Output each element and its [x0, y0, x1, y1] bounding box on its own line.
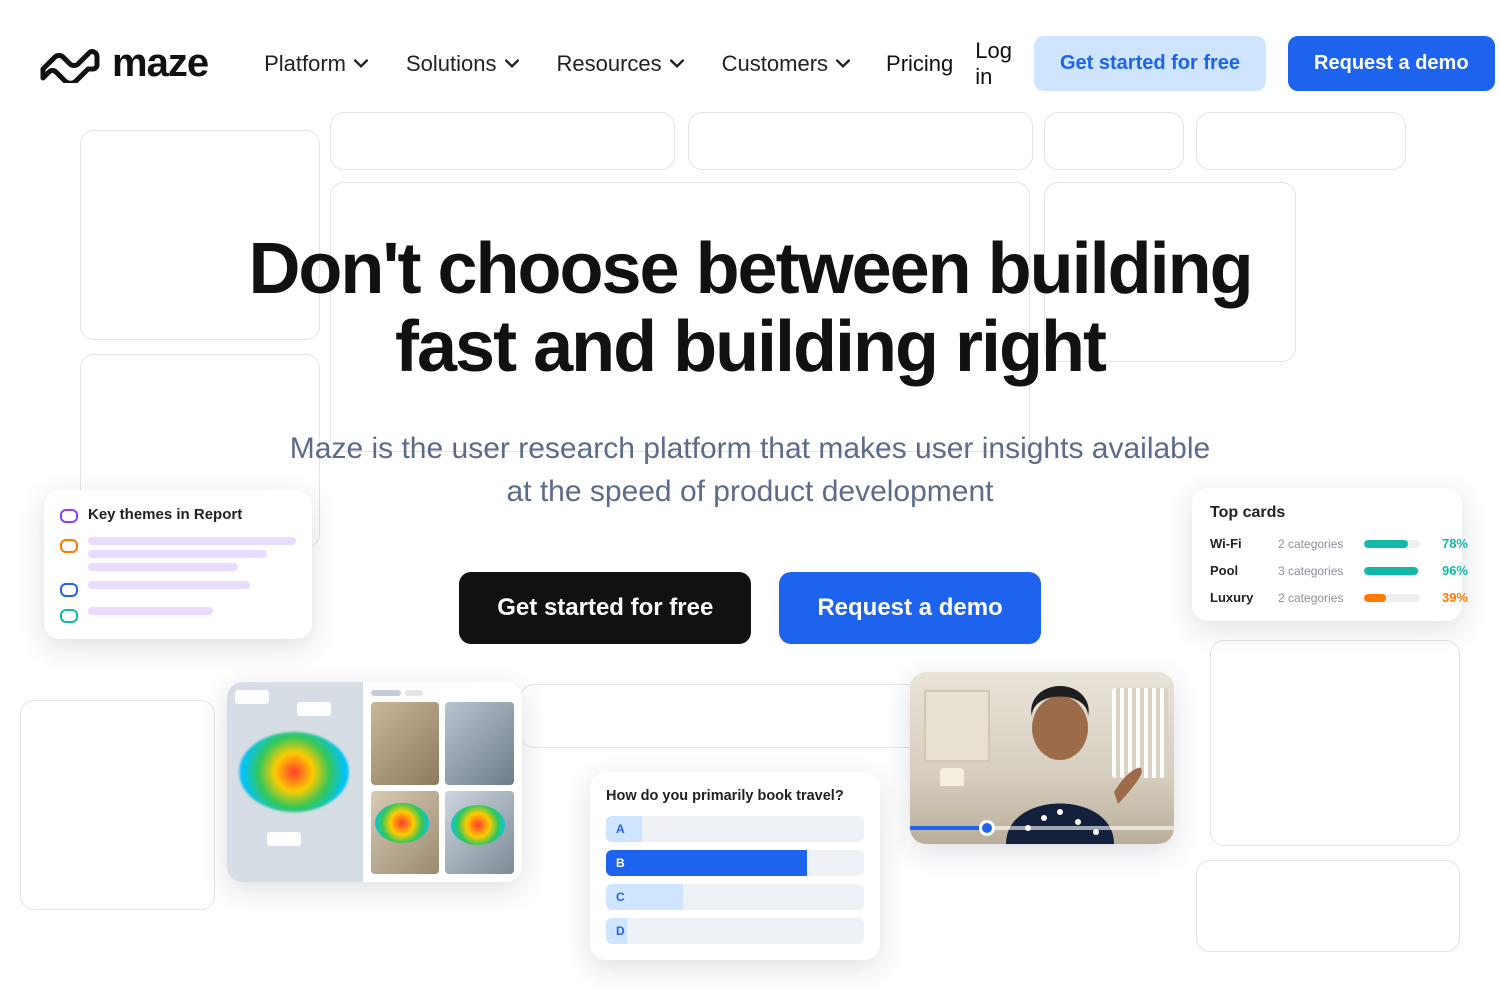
logo[interactable]: maze: [38, 41, 208, 86]
nav-label: Resources: [557, 51, 662, 77]
survey-option-a: A: [606, 816, 864, 842]
chat-bubble-icon: [60, 609, 78, 623]
listing-thumb: [371, 702, 440, 785]
nav-pricing[interactable]: Pricing: [886, 51, 953, 77]
video-timeline[interactable]: [910, 826, 1174, 830]
top-card-pct: 96%: [1428, 563, 1468, 578]
chat-bubble-icon: [60, 539, 78, 553]
listing-thumb: [371, 791, 440, 874]
chevron-down-icon: [354, 57, 368, 71]
hero-headline: Don't choose between building fast and b…: [200, 231, 1300, 387]
hero-subtitle: Maze is the user research platform that …: [280, 427, 1220, 514]
survey-option-c: C: [606, 884, 864, 910]
key-themes-card: Key themes in Report: [44, 490, 312, 639]
chat-bubble-icon: [60, 583, 78, 597]
survey-option-b: B: [606, 850, 864, 876]
listing-grid: [363, 682, 522, 882]
key-themes-title: Key themes in Report: [88, 506, 242, 523]
theme-row: [60, 581, 296, 597]
nav-get-started-button[interactable]: Get started for free: [1034, 36, 1266, 91]
video-playhead[interactable]: [979, 820, 995, 836]
top-cards-title: Top cards: [1210, 504, 1444, 522]
top-card-row: Pool 3 categories 96%: [1210, 563, 1444, 578]
user-video-card: [910, 672, 1174, 844]
chevron-down-icon: [670, 57, 684, 71]
nav-label: Customers: [722, 51, 828, 77]
chevron-down-icon: [505, 57, 519, 71]
chevron-down-icon: [836, 57, 850, 71]
survey-card: How do you primarily book travel? A B C …: [590, 772, 880, 960]
maze-logo-icon: [38, 45, 100, 83]
listing-thumb: [445, 791, 514, 874]
theme-row: [60, 607, 296, 623]
logo-wordmark: maze: [112, 41, 208, 86]
top-card-pct: 78%: [1428, 536, 1468, 551]
chat-bubble-icon: [60, 509, 78, 523]
survey-option-d: D: [606, 918, 864, 944]
top-cards-card: Top cards Wi-Fi 2 categories 78% Pool 3 …: [1192, 488, 1462, 621]
heatmap-card: [227, 682, 522, 882]
nav-item-platform[interactable]: Platform: [264, 51, 368, 77]
nav-label: Platform: [264, 51, 346, 77]
top-card-row: Luxury 2 categories 39%: [1210, 590, 1444, 605]
hero-request-demo-button[interactable]: Request a demo: [779, 572, 1040, 644]
hero-get-started-button[interactable]: Get started for free: [459, 572, 751, 644]
nav-item-solutions[interactable]: Solutions: [406, 51, 519, 77]
nav-item-customers[interactable]: Customers: [722, 51, 850, 77]
nav-item-resources[interactable]: Resources: [557, 51, 684, 77]
theme-row: [60, 537, 296, 571]
nav-login[interactable]: Log in: [975, 38, 1012, 90]
top-card-row: Wi-Fi 2 categories 78%: [1210, 536, 1444, 551]
nav-request-demo-button[interactable]: Request a demo: [1288, 36, 1494, 91]
survey-question: How do you primarily book travel?: [606, 788, 864, 804]
main-nav: maze Platform Solutions Resources Custom…: [0, 0, 1500, 91]
listing-thumb: [445, 702, 514, 785]
map-heatmap: [227, 682, 363, 882]
top-card-pct: 39%: [1428, 590, 1468, 605]
nav-label: Solutions: [406, 51, 497, 77]
